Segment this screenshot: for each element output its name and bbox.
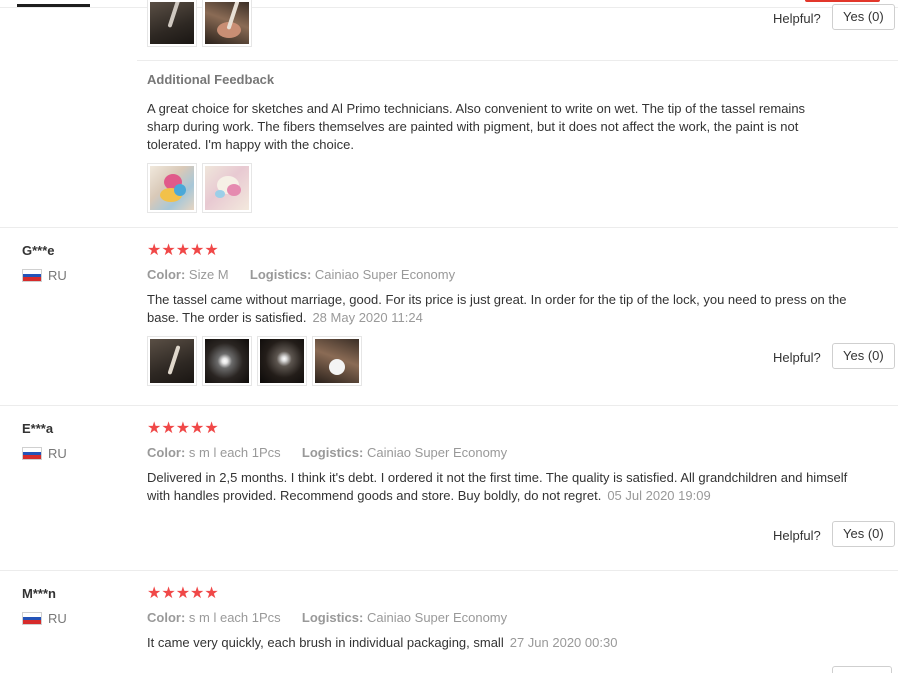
review-text: It came very quickly, each brush in indi… [147,634,867,652]
review-meta: Color: Size M Logistics: Cainiao Super E… [147,267,455,282]
reviewer-name: M***n [22,586,56,601]
review-body: Delivered in 2,5 months. I think it's de… [147,470,848,503]
review-meta: Color: s m l each 1Pcs Logistics: Cainia… [147,445,507,460]
russia-flag-icon [22,612,42,625]
top-accent-tab [805,0,880,2]
review-text: Delivered in 2,5 months. I think it's de… [147,469,867,505]
review-photo-thumbnail[interactable] [312,336,362,386]
reviewer-country: RU [22,446,67,461]
review-date: 05 Jul 2020 19:09 [607,488,711,503]
helpful-yes-button[interactable]: Yes (0) [832,343,895,369]
review-photo-thumbnail[interactable] [202,0,252,47]
rating-stars: ★★★★★ [147,243,219,259]
review-divider [0,570,898,571]
review-meta: Color: s m l each 1Pcs Logistics: Cainia… [147,610,507,625]
review-photo-thumbnail[interactable] [147,336,197,386]
reviewer-name: E***a [22,421,54,436]
helpful-label: Helpful? [773,528,821,543]
review-divider [0,405,898,406]
review-photo-thumbnail[interactable] [202,336,252,386]
reviewer-country: RU [22,611,67,626]
additional-feedback-text: A great choice for sketches and Al Primo… [147,101,806,152]
logistics-value: Cainiao Super Economy [314,267,456,282]
reviewer-country: RU [22,268,67,283]
country-code: RU [48,446,67,461]
reviewer-name: G***e [22,243,55,258]
helpful-yes-button[interactable]: Yes (0) [832,4,895,30]
color-label: Color: [147,610,186,625]
color-value: s m l each 1Pcs [188,445,281,460]
country-code: RU [48,268,67,283]
helpful-label: Helpful? [773,11,821,26]
country-code: RU [48,611,67,626]
logistics-value: Cainiao Super Economy [366,610,508,625]
logistics-label: Logistics: [301,445,364,460]
star-icon: ★★★★★ [147,242,219,259]
rating-stars: ★★★★★ [147,586,219,602]
star-icon: ★★★★★ [147,585,219,602]
review-photo-thumbnail[interactable] [257,336,307,386]
color-label: Color: [147,267,186,282]
logistics-label: Logistics: [249,267,312,282]
color-value: Size M [188,267,229,282]
review-photo-thumbnail[interactable] [147,0,197,47]
review-body: The tassel came without marriage, good. … [147,292,847,325]
review-divider [0,227,898,228]
review-date: 27 Jun 2020 00:30 [509,635,618,650]
russia-flag-icon [22,447,42,460]
russia-flag-icon [22,269,42,282]
logistics-label: Logistics: [301,610,364,625]
color-value: s m l each 1Pcs [188,610,281,625]
helpful-yes-button-partial[interactable] [832,666,892,673]
review-photo-thumbnail[interactable] [147,163,197,213]
helpful-label: Helpful? [773,350,821,365]
review-date: 28 May 2020 11:24 [312,310,423,325]
review-text: The tassel came without marriage, good. … [147,291,867,327]
star-icon: ★★★★★ [147,420,219,437]
feedback-divider [137,60,898,61]
review-photo-thumbnail[interactable] [202,163,252,213]
review-body: It came very quickly, each brush in indi… [147,635,504,650]
color-label: Color: [147,445,186,460]
top-divider [0,7,898,8]
helpful-yes-button[interactable]: Yes (0) [832,521,895,547]
additional-feedback-title: Additional Feedback [147,72,275,87]
rating-stars: ★★★★★ [147,421,219,437]
logistics-value: Cainiao Super Economy [366,445,508,460]
